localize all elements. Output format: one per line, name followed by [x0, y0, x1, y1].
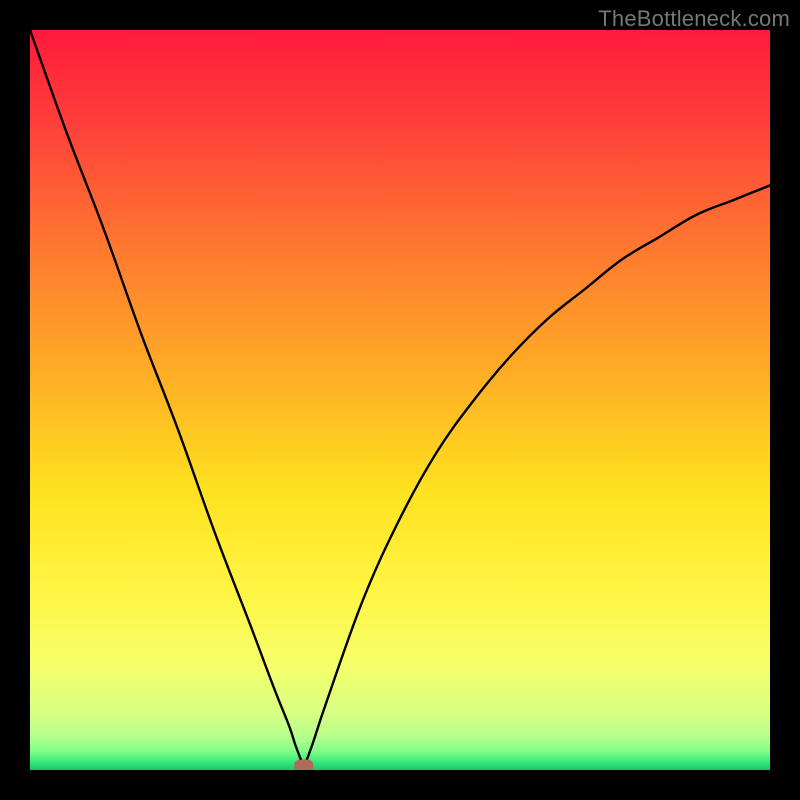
chart-background: [30, 30, 770, 770]
plot-area: [30, 30, 770, 770]
chart-svg: [30, 30, 770, 770]
watermark-text: TheBottleneck.com: [598, 6, 790, 32]
chart-frame: TheBottleneck.com: [0, 0, 800, 800]
min-marker: [294, 760, 313, 770]
